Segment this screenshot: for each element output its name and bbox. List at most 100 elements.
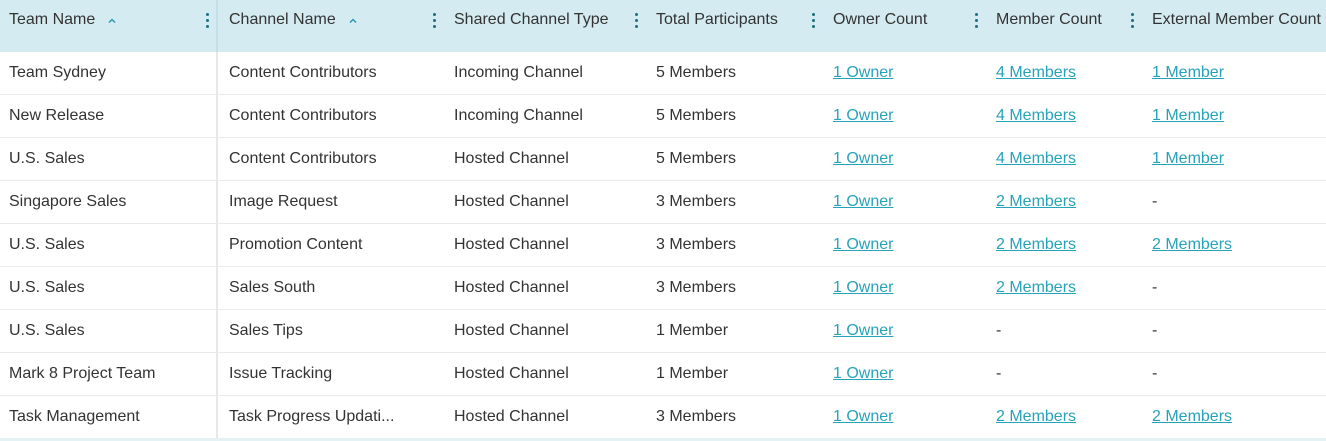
- column-header-label: Team Name: [9, 11, 96, 28]
- member-count-cell: 2 Members: [985, 267, 1141, 309]
- channel-type-cell: Hosted Channel: [454, 150, 569, 167]
- kebab-menu-icon[interactable]: [206, 13, 210, 31]
- column-header-team-name[interactable]: Team Name: [0, 0, 218, 52]
- table-row[interactable]: U.S. Sales Sales Tips Hosted Channel 1 M…: [0, 310, 1326, 353]
- total-participants-cell: 3 Members: [656, 279, 737, 296]
- table-header: Team Name Channel Name Shared Channel Ty…: [0, 0, 1326, 52]
- member-count-link[interactable]: 2 Members: [996, 408, 1076, 426]
- owner-count-cell: 1 Owner: [822, 310, 985, 352]
- table-row[interactable]: U.S. Sales Content Contributors Hosted C…: [0, 138, 1326, 181]
- external-member-count-link[interactable]: 1 Member: [1152, 150, 1224, 168]
- member-count-link[interactable]: 2 Members: [996, 236, 1076, 254]
- external-member-count-cell: 1 Member: [1141, 95, 1326, 137]
- channel-name-cell: Sales South: [229, 279, 316, 296]
- channel-type-cell: Hosted Channel: [454, 279, 569, 296]
- member-count-link[interactable]: 4 Members: [996, 64, 1076, 82]
- table-row[interactable]: Singapore Sales Image Request Hosted Cha…: [0, 181, 1326, 224]
- team-name-cell: New Release: [0, 95, 218, 137]
- table-row[interactable]: U.S. Sales Promotion Content Hosted Chan…: [0, 224, 1326, 267]
- column-header-total-participants[interactable]: Total Participants: [645, 0, 822, 52]
- channel-name-text: Task Progress Updati...: [229, 408, 395, 425]
- external-member-count-cell: -: [1152, 193, 1158, 210]
- owner-count-link[interactable]: 1 Owner: [833, 150, 893, 168]
- kebab-menu-icon[interactable]: [812, 13, 816, 31]
- owner-count-link[interactable]: 1 Owner: [833, 236, 893, 254]
- member-count-link[interactable]: 2 Members: [996, 279, 1076, 297]
- owner-count-link[interactable]: 1 Owner: [833, 107, 893, 125]
- kebab-menu-icon[interactable]: [433, 13, 437, 31]
- team-name-cell: Mark 8 Project Team: [0, 353, 218, 395]
- total-participants-cell: 3 Members: [656, 193, 737, 210]
- owner-count-link[interactable]: 1 Owner: [833, 193, 893, 211]
- channel-name-cell: Content Contributors: [229, 150, 377, 167]
- total-participants-cell: 3 Members: [656, 408, 737, 425]
- column-header-label: Member Count: [996, 11, 1102, 28]
- owner-count-link[interactable]: 1 Owner: [833, 64, 893, 82]
- member-count-cell: -: [996, 322, 1002, 339]
- table-row[interactable]: Mark 8 Project Team Issue Tracking Hoste…: [0, 353, 1326, 396]
- external-member-count-cell: 2 Members: [1141, 396, 1326, 438]
- table-row[interactable]: New Release Content Contributors Incomin…: [0, 95, 1326, 138]
- member-count-cell: 4 Members: [985, 95, 1141, 137]
- column-header-shared-channel-type[interactable]: Shared Channel Type: [443, 0, 645, 52]
- member-count-cell: -: [996, 365, 1002, 382]
- external-member-count-cell: 1 Member: [1141, 138, 1326, 180]
- owner-count-cell: 1 Owner: [822, 267, 985, 309]
- external-member-count-cell: -: [1152, 365, 1158, 382]
- team-name-cell: Team Sydney: [0, 52, 218, 94]
- member-count-cell: 4 Members: [985, 52, 1141, 94]
- external-member-count-cell: -: [1152, 322, 1158, 339]
- team-name-cell: Singapore Sales: [0, 181, 218, 223]
- column-header-external-member-count[interactable]: External Member Count: [1141, 0, 1326, 52]
- member-count-cell: 2 Members: [985, 396, 1141, 438]
- table-row[interactable]: Team Sydney Content Contributors Incomin…: [0, 52, 1326, 95]
- member-count-link[interactable]: 4 Members: [996, 150, 1076, 168]
- external-member-count-link[interactable]: 2 Members: [1152, 408, 1232, 426]
- owner-count-cell: 1 Owner: [822, 353, 985, 395]
- channel-type-cell: Hosted Channel: [454, 193, 569, 210]
- owner-count-link[interactable]: 1 Owner: [833, 365, 893, 383]
- kebab-menu-icon[interactable]: [1131, 13, 1135, 31]
- channel-type-cell: Incoming Channel: [454, 64, 583, 81]
- column-header-channel-name[interactable]: Channel Name: [218, 0, 443, 52]
- owner-count-cell: 1 Owner: [822, 181, 985, 223]
- channel-name-cell: Promotion Content: [229, 236, 363, 253]
- chevron-up-icon[interactable]: [348, 13, 358, 24]
- member-count-link[interactable]: 4 Members: [996, 107, 1076, 125]
- external-member-count-link[interactable]: 1 Member: [1152, 64, 1224, 82]
- member-count-cell: 4 Members: [985, 138, 1141, 180]
- team-name-cell: Task Management: [0, 396, 218, 438]
- owner-count-link[interactable]: 1 Owner: [833, 408, 893, 426]
- team-name-cell: U.S. Sales: [0, 310, 218, 352]
- column-header-member-count[interactable]: Member Count: [985, 0, 1141, 52]
- column-header-label: External Member Count: [1152, 11, 1321, 28]
- channel-name-cell: Image Request: [229, 193, 338, 210]
- channel-type-cell: Incoming Channel: [454, 107, 583, 124]
- channel-type-cell: Hosted Channel: [454, 236, 569, 253]
- member-count-cell: 2 Members: [985, 181, 1141, 223]
- owner-count-cell: 1 Owner: [822, 138, 985, 180]
- kebab-menu-icon[interactable]: [635, 13, 639, 31]
- table-row[interactable]: Task Management Task Progress Updati... …: [0, 396, 1326, 438]
- member-count-link[interactable]: 2 Members: [996, 193, 1076, 211]
- channel-type-cell: Hosted Channel: [454, 408, 569, 425]
- column-header-label: Owner Count: [833, 11, 928, 28]
- team-name-cell: U.S. Sales: [0, 267, 218, 309]
- kebab-menu-icon[interactable]: [975, 13, 979, 31]
- total-participants-cell: 1 Member: [656, 322, 729, 339]
- owner-count-cell: 1 Owner: [822, 52, 985, 94]
- channel-type-cell: Hosted Channel: [454, 322, 569, 339]
- chevron-up-icon[interactable]: [107, 13, 117, 24]
- external-member-count-link[interactable]: 2 Members: [1152, 236, 1232, 254]
- owner-count-link[interactable]: 1 Owner: [833, 279, 893, 297]
- channel-name-cell: Task Progress Updati...: [218, 396, 443, 438]
- owner-count-link[interactable]: 1 Owner: [833, 322, 893, 340]
- external-member-count-link[interactable]: 1 Member: [1152, 107, 1224, 125]
- column-header-owner-count[interactable]: Owner Count: [822, 0, 985, 52]
- member-count-cell: 2 Members: [985, 224, 1141, 266]
- shared-channels-table: Team Name Channel Name Shared Channel Ty…: [0, 0, 1326, 441]
- channel-name-cell: Content Contributors: [229, 64, 377, 81]
- table-row[interactable]: U.S. Sales Sales South Hosted Channel 3 …: [0, 267, 1326, 310]
- channel-name-cell: Sales Tips: [229, 322, 303, 339]
- total-participants-cell: 1 Member: [656, 365, 729, 382]
